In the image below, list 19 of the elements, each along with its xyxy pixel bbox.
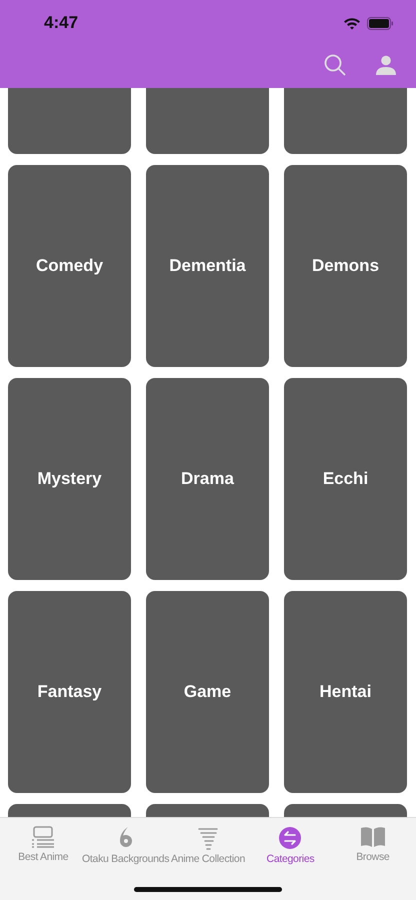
battery-icon [367, 16, 394, 30]
search-icon[interactable] [324, 54, 346, 76]
category-card[interactable]: Dementia [146, 165, 269, 367]
category-card[interactable]: Hentai [284, 591, 407, 793]
book-icon [360, 826, 386, 848]
tornado-icon [197, 826, 220, 850]
category-card[interactable]: Mystery [8, 378, 131, 580]
category-card[interactable]: Ecchi [284, 378, 407, 580]
category-card[interactable]: Demons [284, 165, 407, 367]
swap-icon [278, 826, 302, 850]
category-card[interactable]: Game [146, 591, 269, 793]
status-time: 4:47 [44, 13, 78, 33]
list-icon [31, 826, 56, 848]
wifi-icon [343, 16, 361, 30]
category-card[interactable]: Fantasy [8, 591, 131, 793]
category-card[interactable]: Comedy [8, 165, 131, 367]
swirl-icon [118, 826, 134, 850]
profile-icon[interactable] [376, 55, 396, 75]
category-card[interactable]: Drama [146, 378, 269, 580]
